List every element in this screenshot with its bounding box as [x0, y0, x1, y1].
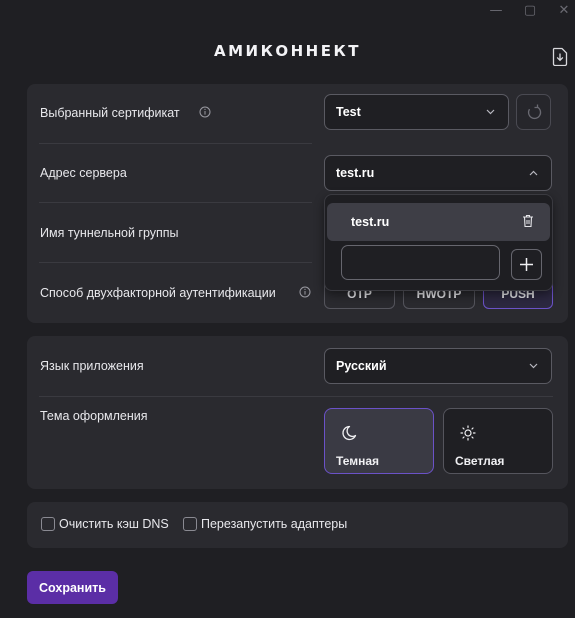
- server-address-label: Адрес сервера: [40, 166, 127, 180]
- app-window: — ▢ ✕ АМИКОННЕКТ Выбранный сертификат Te…: [0, 0, 575, 618]
- plus-icon: [520, 258, 533, 271]
- divider: [39, 396, 553, 397]
- restart-adapters-label[interactable]: Перезапустить адаптеры: [201, 517, 347, 531]
- file-download-icon[interactable]: [552, 47, 568, 66]
- two-factor-label: Способ двухфакторной аутентификации: [40, 286, 276, 300]
- info-icon[interactable]: [199, 106, 211, 118]
- server-address-select[interactable]: test.ru: [324, 155, 552, 191]
- window-controls: — ▢ ✕: [479, 0, 581, 20]
- theme-option-dark-label: Темная: [336, 454, 380, 468]
- language-select[interactable]: Русский: [324, 348, 552, 384]
- save-button[interactable]: Сохранить: [27, 571, 118, 604]
- certificate-select[interactable]: Test: [324, 94, 509, 130]
- add-server-button[interactable]: [511, 249, 542, 280]
- theme-option-light[interactable]: Светлая: [443, 408, 553, 474]
- divider: [39, 262, 312, 263]
- refresh-icon: [527, 104, 541, 120]
- moon-icon: [342, 425, 357, 441]
- clear-dns-label[interactable]: Очистить кэш DNS: [59, 517, 169, 531]
- close-button[interactable]: ✕: [547, 0, 581, 20]
- divider: [39, 143, 312, 144]
- certificate-value: Test: [336, 105, 361, 119]
- info-icon[interactable]: [299, 286, 311, 298]
- theme-option-dark[interactable]: Темная: [324, 408, 434, 474]
- app-title: АМИКОННЕКТ: [214, 42, 361, 60]
- maximize-button[interactable]: ▢: [513, 0, 547, 20]
- chevron-down-icon: [486, 109, 495, 115]
- chevron-down-icon: [529, 363, 538, 369]
- new-server-input[interactable]: [341, 245, 500, 280]
- chevron-up-icon: [529, 170, 538, 176]
- tunnel-group-label: Имя туннельной группы: [40, 226, 179, 240]
- server-address-value: test.ru: [336, 166, 375, 180]
- server-option[interactable]: test.ru: [327, 203, 550, 241]
- language-value: Русский: [336, 359, 387, 373]
- trash-icon[interactable]: [522, 214, 534, 228]
- divider: [39, 202, 312, 203]
- restart-adapters-checkbox[interactable]: [183, 517, 197, 531]
- server-dropdown-menu: test.ru: [324, 194, 553, 291]
- minimize-button[interactable]: —: [479, 0, 513, 20]
- clear-dns-checkbox[interactable]: [41, 517, 55, 531]
- certificate-label: Выбранный сертификат: [40, 106, 180, 120]
- theme-option-light-label: Светлая: [455, 454, 505, 468]
- theme-label: Тема оформления: [40, 409, 148, 423]
- refresh-certificates-button[interactable]: [516, 94, 551, 130]
- language-label: Язык приложения: [40, 359, 144, 373]
- server-option-label: test.ru: [351, 215, 390, 229]
- sun-icon: [460, 425, 476, 441]
